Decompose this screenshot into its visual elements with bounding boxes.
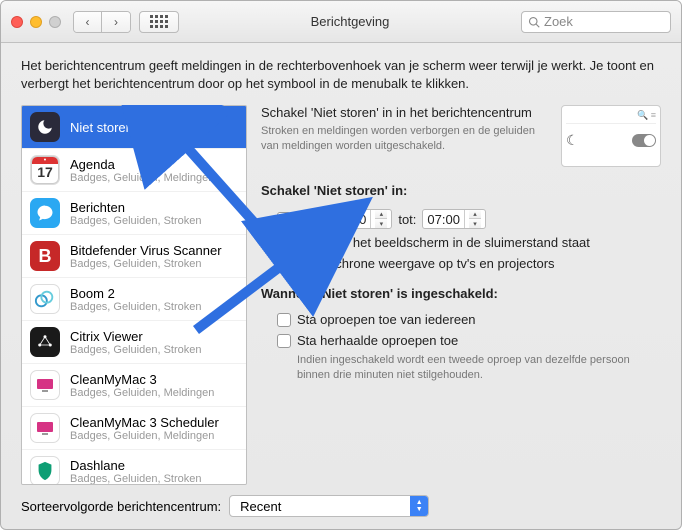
sidebar-item[interactable]: CleanMyMac 3 SchedulerBadges, Geluiden, … [22,407,246,450]
sidebar-item[interactable]: Boom 2Badges, Geluiden, Stroken [22,278,246,321]
search-field[interactable]: Zoek [521,11,671,33]
sidebar-item[interactable]: B Bitdefender Virus ScannerBadges, Geluid… [22,235,246,278]
sort-label: Sorteervolgorde berichtencentrum: [21,499,221,514]
zoom-window-button[interactable] [49,16,61,28]
bubble-icon [30,198,60,228]
schedule-section-title: Schakel 'Niet storen' in: [261,183,661,198]
citrix-icon [30,327,60,357]
sidebar-item-sub: Badges, Geluiden, Meldingen [70,387,214,399]
sidebar-item-sub: Badges, Geluiden, Stroken [70,258,222,270]
sidebar-item-sub: Badges, Geluiden, Stroken [70,215,201,227]
sidebar-item-name: Berichten [70,200,201,215]
chevron-up-down-icon: ▲▼ [410,496,428,516]
allow-repeated-checkbox[interactable] [277,334,291,348]
grid-icon [150,15,168,28]
allow-repeated-label: Sta herhaalde oproepen toe [297,333,458,348]
calendar-icon: •17 [30,155,60,185]
sleep-label: Wanneer het beeldscherm in de sluimersta… [297,235,590,250]
moon-icon [30,112,60,142]
mirror-label: Bij synchrone weergave op tv's en projec… [297,256,555,271]
sidebar-item[interactable]: •17 AgendaBadges, Geluiden, Meldingen [22,149,246,192]
preferences-window: ‹ › Berichtgeving Zoek Het berichtencent… [0,0,682,530]
sort-select[interactable]: Recent ▲▼ [229,495,429,517]
sidebar-item-sub: Badges, Geluiden, Stroken [70,301,201,313]
sidebar-item[interactable]: Citrix ViewerBadges, Geluiden, Stroken [22,321,246,364]
show-all-button[interactable] [139,11,179,33]
detail-subtext: Stroken en meldingen worden verborgen en… [261,124,549,154]
forward-button[interactable]: › [102,12,130,32]
notification-center-preview: 🔍 ≡ ☾ [561,105,661,167]
moon-icon: ☾ [566,132,579,149]
sidebar-item-sub: Badges, Geluiden, Stroken [70,344,201,356]
schedule-checkbox[interactable] [277,212,291,226]
search-placeholder: Zoek [544,14,573,29]
detail-header: Schakel 'Niet storen' in in het berichte… [261,105,549,120]
stepper-icon[interactable]: ▴▾ [370,210,391,228]
sidebar-item[interactable]: BerichtenBadges, Geluiden, Stroken [22,192,246,235]
nav-back-forward: ‹ › [73,11,131,33]
search-icon [528,16,540,28]
when-on-section-title: Wanneer 'Niet storen' is ingeschakeld: [261,286,661,301]
allow-everyone-label: Sta oproepen toe van iedereen [297,312,476,327]
sidebar-item-name: Dashlane [70,458,201,473]
cmm-icon [30,413,60,443]
sidebar-item-name: CleanMyMac 3 Scheduler [70,415,219,430]
sidebar-item-sub: Badges, Geluiden, Meldingen [70,172,214,184]
sidebar-item-name: Agenda [70,157,214,172]
detail-pane: Schakel 'Niet storen' in in het berichte… [261,105,661,485]
search-icon: 🔍 ≡ [637,110,656,121]
window-controls [11,16,61,28]
stepper-icon[interactable]: ▴▾ [464,210,485,228]
repeated-note: Indien ingeschakeld wordt een tweede opr… [261,351,661,383]
to-time-field[interactable]: 07:00 ▴▾ [422,209,486,229]
sidebar-item-name: Bitdefender Virus Scanner [70,243,222,258]
intro-text: Het berichtencentrum geeft meldingen in … [21,57,661,93]
dashlane-icon [30,456,60,485]
bottom-bar: Sorteervolgorde berichtencentrum: Recent… [21,485,661,517]
dnd-toggle-preview [632,134,656,147]
minimize-window-button[interactable] [30,16,42,28]
back-button[interactable]: ‹ [74,12,102,32]
main-area: Niet storen•17AgendaBadges, Geluiden, Me… [21,105,661,485]
mirror-checkbox[interactable] [277,257,291,271]
sidebar-item[interactable]: Niet storen [22,106,246,149]
sleep-checkbox[interactable] [277,236,291,250]
to-label: tot: [398,212,416,227]
app-sidebar[interactable]: Niet storen•17AgendaBadges, Geluiden, Me… [21,105,247,485]
content-area: Het berichtencentrum geeft meldingen in … [1,43,681,529]
sidebar-item-name: Niet storen [70,120,133,135]
allow-everyone-checkbox[interactable] [277,313,291,327]
sidebar-item[interactable]: CleanMyMac 3Badges, Geluiden, Meldingen [22,364,246,407]
sidebar-item-sub: Badges, Geluiden, Stroken [70,473,201,485]
cmm-icon [30,370,60,400]
from-label: Van: [297,212,323,227]
B-icon: B [30,241,60,271]
sidebar-item[interactable]: DashlaneBadges, Geluiden, Stroken [22,450,246,485]
sidebar-item-name: Citrix Viewer [70,329,201,344]
sidebar-item-sub: Badges, Geluiden, Meldingen [70,430,219,442]
boom-icon [30,284,60,314]
sidebar-item-name: CleanMyMac 3 [70,372,214,387]
sidebar-item-name: Boom 2 [70,286,201,301]
titlebar: ‹ › Berichtgeving Zoek [1,1,681,43]
window-title: Berichtgeving [179,14,521,29]
from-time-field[interactable]: 22:00 ▴▾ [329,209,393,229]
close-window-button[interactable] [11,16,23,28]
